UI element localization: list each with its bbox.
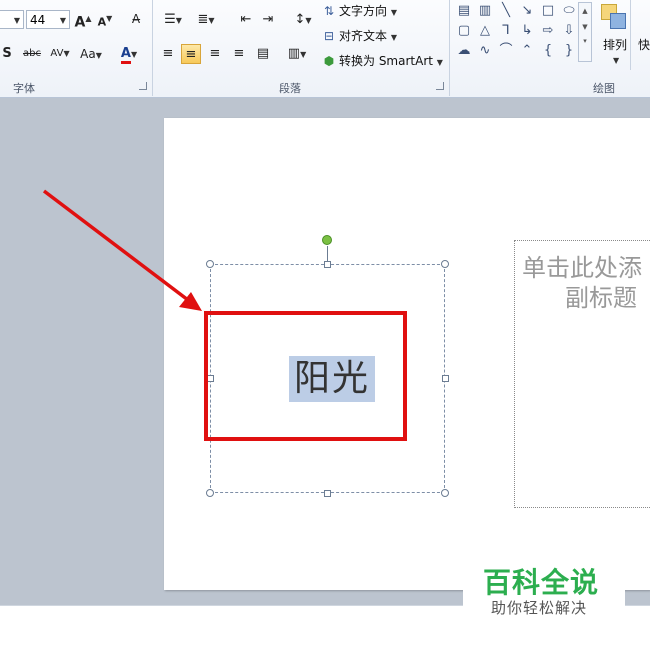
annotation-arrow-icon <box>42 189 202 311</box>
watermark-subtitle: 助你轻松解决 <box>491 599 588 617</box>
watermark-title: 百科全说 <box>483 566 600 599</box>
watermark: 百科全说 助你轻松解决 <box>463 557 625 619</box>
